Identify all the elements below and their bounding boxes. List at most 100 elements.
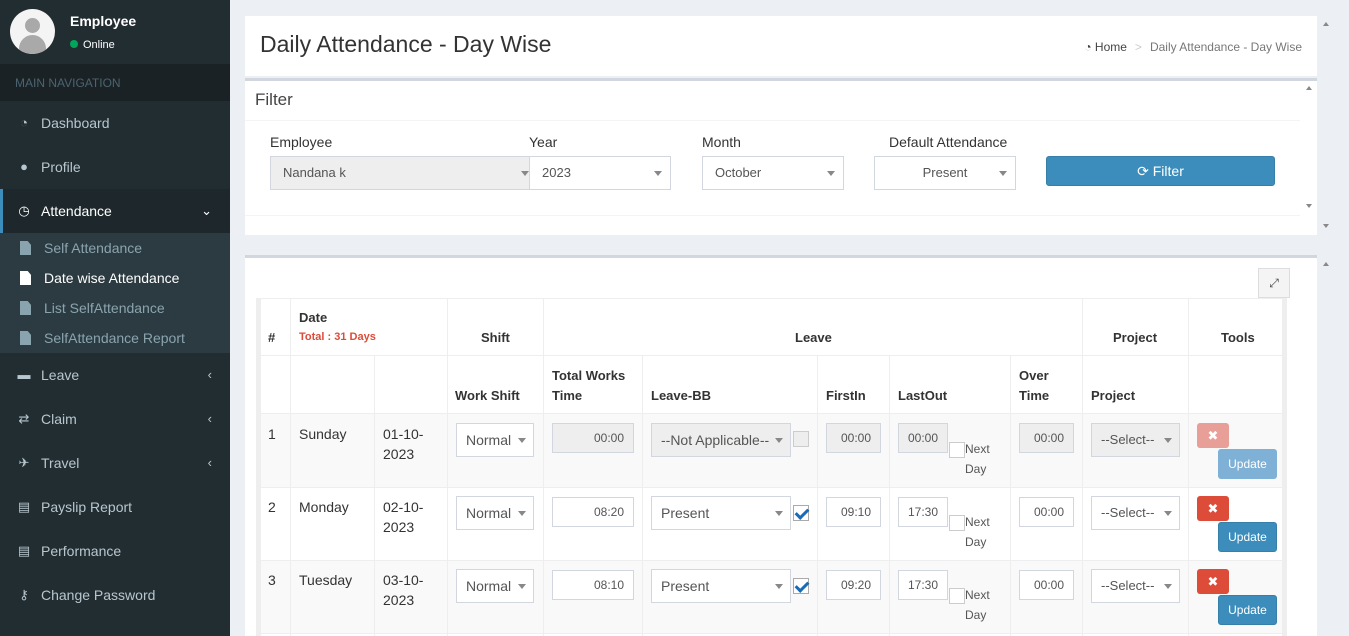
row-date: 02-10- — [383, 499, 424, 515]
total-works-time-input[interactable]: 08:20 — [552, 497, 634, 527]
work-shift-select[interactable]: Normal — [456, 569, 534, 603]
dashboard-icon: ◔ — [20, 115, 28, 130]
sidebar-item-travel[interactable]: ✈ Travel ‹ — [0, 441, 230, 485]
chevron-left-icon: ‹ — [207, 367, 212, 382]
over-time-input[interactable]: 00:00 — [1019, 570, 1074, 600]
leave-bb-select[interactable]: --Not Applicable-- — [651, 423, 791, 457]
update-button[interactable]: Update — [1218, 595, 1277, 625]
sidebar-subitem-date-wise-attendance[interactable]: Date wise Attendance — [0, 263, 230, 293]
row-day: Tuesday — [299, 572, 353, 588]
total-works-time-input[interactable]: 08:10 — [552, 570, 634, 600]
next-day-label: Day — [965, 462, 987, 476]
default-attendance-select[interactable]: Present — [874, 156, 1016, 190]
project-select[interactable]: --Select-- — [1091, 423, 1180, 457]
scroll-down-icon[interactable] — [1323, 224, 1329, 228]
delete-button[interactable]: ✖ — [1197, 496, 1229, 521]
col-leave-header: Leave — [795, 330, 832, 345]
row-day: Monday — [299, 499, 349, 515]
sidebar-item-performance[interactable]: ▤ Performance — [0, 529, 230, 573]
leave-checkbox[interactable] — [793, 505, 809, 521]
file-icon: ▤ — [17, 543, 31, 558]
row-year: 2023 — [383, 592, 415, 608]
exchange-icon: ⇄ — [18, 411, 30, 426]
filter-button[interactable]: ⟳ Filter — [1046, 156, 1275, 186]
attendance-submenu: Self Attendance Date wise Attendance Lis… — [0, 233, 230, 353]
total-days: Total : 31 Days — [299, 331, 376, 343]
total-works-time-input[interactable]: 00:00 — [552, 423, 634, 453]
first-in-input[interactable]: 09:20 — [826, 570, 881, 600]
user-panel: Employee Online — [0, 0, 230, 64]
leave-checkbox[interactable] — [793, 431, 809, 447]
expand-button[interactable]: ⤢ — [1258, 268, 1290, 298]
clock-icon: ◷ — [18, 203, 30, 218]
delete-button[interactable]: ✖ — [1197, 569, 1229, 594]
calendar-icon: ▬ — [17, 367, 31, 382]
first-in-input[interactable]: 09:10 — [826, 497, 881, 527]
user-icon: ● — [20, 159, 28, 174]
last-out-input[interactable]: 17:30 — [898, 570, 948, 600]
employee-select[interactable]: Nandana k — [270, 156, 538, 190]
next-day-label: Day — [965, 535, 987, 549]
next-day-label: Day — [965, 608, 987, 622]
next-day-label: Next — [965, 515, 990, 529]
update-button[interactable]: Update — [1218, 522, 1277, 552]
scroll-up-icon[interactable] — [1323, 262, 1329, 266]
next-day-checkbox[interactable] — [949, 588, 965, 604]
sidebar-item-payslip-report[interactable]: ▤ Payslip Report — [0, 485, 230, 529]
project-select[interactable]: --Select-- — [1091, 569, 1180, 603]
sidebar-item-claim[interactable]: ⇄ Claim ‹ — [0, 397, 230, 441]
month-label: Month — [702, 134, 741, 150]
delete-button[interactable]: ✖ — [1197, 423, 1229, 448]
scroll-up-icon[interactable] — [1323, 22, 1329, 26]
over-time-input[interactable]: 00:00 — [1019, 497, 1074, 527]
row-day: Sunday — [299, 426, 347, 442]
last-out-input[interactable]: 17:30 — [898, 497, 948, 527]
over-time-input[interactable]: 00:00 — [1019, 423, 1074, 453]
breadcrumb-home[interactable]: ◔ Home — [1084, 40, 1127, 54]
col-tools-header: Tools — [1221, 330, 1255, 345]
work-shift-select[interactable]: Normal — [456, 423, 534, 457]
row-year: 2023 — [383, 446, 415, 462]
sidebar-subitem-self-attendance[interactable]: Self Attendance — [0, 233, 230, 263]
sidebar-subitem-selfattendance-report[interactable]: SelfAttendance Report — [0, 323, 230, 353]
first-in-input[interactable]: 00:00 — [826, 423, 881, 453]
close-icon: ✖ — [1207, 501, 1219, 516]
last-out-input[interactable]: 00:00 — [898, 423, 948, 453]
project-select[interactable]: --Select-- — [1091, 496, 1180, 530]
chevron-down-icon: ⌄ — [201, 203, 212, 218]
leave-bb-select[interactable]: Present — [651, 569, 791, 603]
breadcrumb-current: Daily Attendance - Day Wise — [1149, 40, 1302, 54]
sidebar-item-attendance[interactable]: ◷ Attendance ⌄ — [0, 189, 230, 233]
next-day-checkbox[interactable] — [949, 515, 965, 531]
update-button[interactable]: Update — [1218, 449, 1277, 479]
sidebar-item-change-password[interactable]: ⚷ Change Password — [0, 573, 230, 617]
sidebar-item-profile[interactable]: ● Profile — [0, 145, 230, 189]
year-select[interactable]: 2023 — [529, 156, 671, 190]
sidebar-item-leave[interactable]: ▬ Leave ‹ — [0, 353, 230, 397]
employee-label: Employee — [270, 134, 333, 150]
leave-bb-select[interactable]: Present — [651, 496, 791, 530]
col-total-works-header: Total Works — [552, 368, 626, 383]
chevron-left-icon: ‹ — [207, 455, 212, 470]
month-select[interactable]: October — [702, 156, 844, 190]
next-day-checkbox[interactable] — [949, 442, 965, 458]
col-last-out-header: LastOut — [898, 388, 948, 403]
leave-checkbox[interactable] — [793, 578, 809, 594]
scroll-down-icon[interactable] — [1306, 204, 1312, 208]
work-shift-select[interactable]: Normal — [456, 496, 534, 530]
row-year: 2023 — [383, 519, 415, 535]
online-status-icon — [70, 40, 78, 48]
file-icon — [20, 241, 31, 255]
sidebar-item-dashboard[interactable]: ◔ Dashboard — [0, 101, 230, 145]
sidebar-subitem-list-selfattendance[interactable]: List SelfAttendance — [0, 293, 230, 323]
row-num: 2 — [268, 499, 276, 515]
col-num-header: # — [268, 330, 276, 345]
file-icon — [20, 271, 31, 285]
file-icon — [20, 301, 31, 315]
key-icon: ⚷ — [19, 587, 29, 602]
next-day-label: Next — [965, 588, 990, 602]
filter-title: Filter — [255, 90, 293, 109]
sidebar: Employee Online MAIN NAVIGATION ◔ Dashbo… — [0, 0, 230, 636]
row-num: 3 — [268, 572, 276, 588]
scroll-up-icon[interactable] — [1306, 86, 1312, 90]
